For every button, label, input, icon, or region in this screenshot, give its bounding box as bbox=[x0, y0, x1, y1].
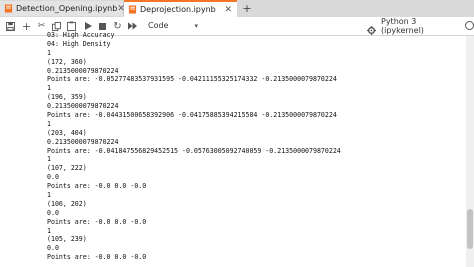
tab-bar: Detection_Opening.ipynb ✕ Deprojection.i… bbox=[0, 0, 474, 18]
add-cell-icon[interactable]: + bbox=[20, 19, 33, 33]
tab-label: Deprojection.ipynb bbox=[140, 5, 216, 14]
output-line: 1 bbox=[47, 84, 51, 93]
chevron-down-icon: ▾ bbox=[194, 21, 198, 30]
output-line: Points are: -0.0 0.0 -0.0 bbox=[47, 182, 147, 191]
output-line: Points are: -0.041847556829452515 -0.057… bbox=[47, 146, 341, 155]
notebook-icon bbox=[128, 5, 137, 14]
close-icon[interactable]: ✕ bbox=[224, 5, 232, 15]
output-line: 0.0 bbox=[47, 244, 59, 253]
output-line: 1 bbox=[47, 119, 51, 128]
output-line: (172, 360) bbox=[47, 57, 87, 66]
output-line: 04: High Density bbox=[47, 39, 111, 48]
tab-detection-opening[interactable]: Detection_Opening.ipynb ✕ bbox=[0, 1, 125, 16]
output-line: Points are: -0.0 0.0 -0.0 bbox=[47, 253, 147, 262]
kernel-status-icon bbox=[465, 21, 474, 30]
output-line: 0.2135000079870224 bbox=[47, 137, 119, 146]
output-line: 0.2135000079870224 bbox=[47, 66, 119, 75]
output-line: 0.0 bbox=[47, 173, 59, 182]
cell-type-label: Code bbox=[148, 21, 169, 30]
output-line: 1 bbox=[47, 155, 51, 164]
output-line: (107, 222) bbox=[47, 164, 87, 173]
output-line: (106, 202) bbox=[47, 199, 87, 208]
plus-icon[interactable]: + bbox=[240, 1, 254, 16]
output-line: Points are: -0.04431500658392906 -0.0417… bbox=[47, 111, 337, 120]
output-line: Points are: -0.05277483537931595 -0.0421… bbox=[47, 75, 337, 84]
output-line: Points are: -0.0 0.0 -0.0 bbox=[47, 217, 147, 226]
cell-output: 03: High Accuracy 04: High Density 1 (172, … bbox=[47, 31, 457, 262]
output-line: 1 bbox=[47, 226, 51, 235]
output-line: 1 bbox=[47, 191, 51, 200]
output-line: (105, 239) bbox=[47, 235, 87, 244]
tab-deprojection[interactable]: Deprojection.ipynb ✕ bbox=[124, 0, 237, 17]
output-line: (203, 404) bbox=[47, 128, 87, 137]
output-line: 0.2135000079870224 bbox=[47, 102, 119, 111]
output-line: 0.0 bbox=[47, 208, 59, 217]
save-icon[interactable] bbox=[4, 19, 17, 33]
scrollbar-thumb[interactable] bbox=[467, 209, 473, 249]
output-line: 03: High Accuracy bbox=[47, 31, 115, 39]
output-line: (196, 359) bbox=[47, 93, 87, 102]
notebook-icon bbox=[4, 4, 13, 13]
output-line: 1 bbox=[47, 48, 51, 57]
tab-label: Detection_Opening.ipynb bbox=[16, 4, 118, 13]
